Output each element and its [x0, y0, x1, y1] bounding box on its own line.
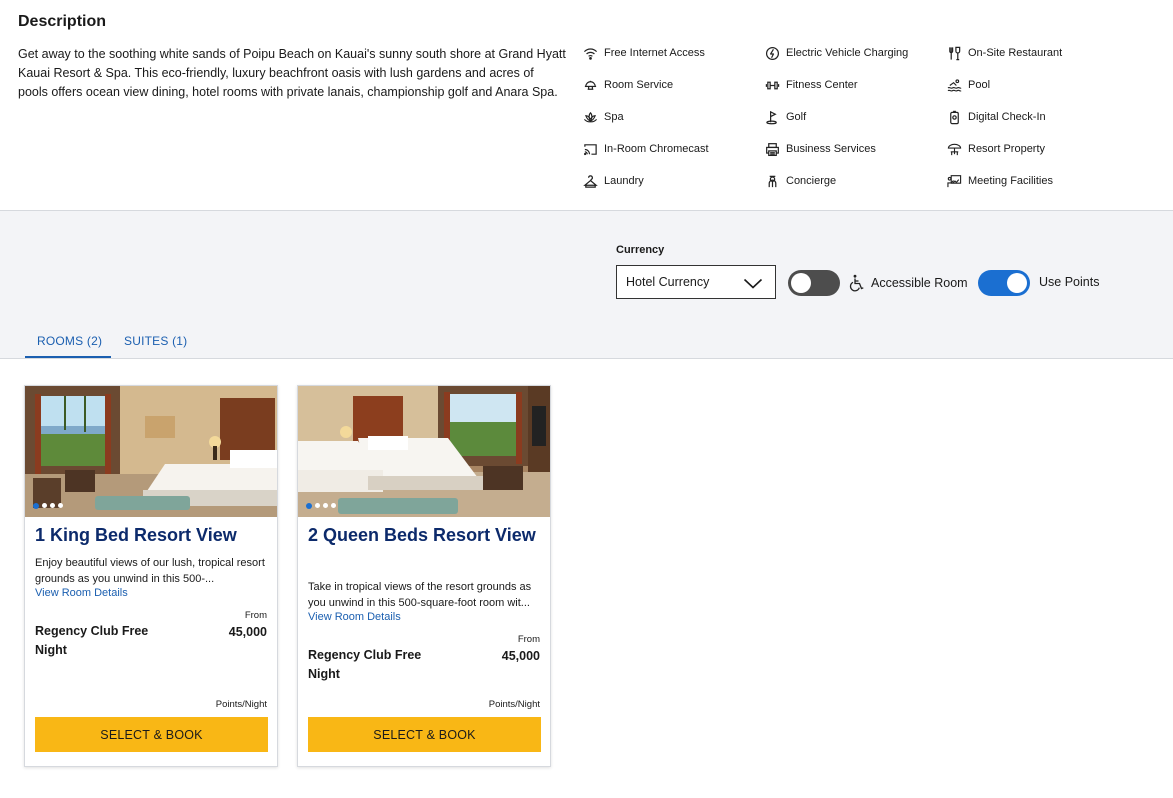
currency-dropdown[interactable]: Hotel Currency: [616, 265, 776, 299]
carousel-dots[interactable]: [306, 502, 336, 509]
rate-name: Regency Club Free Night: [308, 648, 422, 681]
amenity-label: On-Site Restaurant: [968, 47, 1063, 59]
view-room-details-link[interactable]: View Room Details: [35, 587, 128, 599]
amenity-spa: Spa: [582, 108, 624, 126]
accessible-room-label-group: Accessible Room: [849, 274, 968, 292]
room-filters: Currency Hotel Currency Accessible Room …: [0, 211, 1173, 359]
select-and-book-button[interactable]: SELECT & BOOK: [35, 717, 268, 752]
amenity-label: Fitness Center: [786, 79, 858, 91]
amenity-meeting: Meeting Facilities: [946, 172, 1053, 190]
amenity-free-internet: Free Internet Access: [582, 44, 705, 62]
amenity-label: Resort Property: [968, 143, 1046, 155]
room-service-icon: [582, 77, 598, 93]
use-points-toggle[interactable]: [978, 270, 1030, 296]
currency-label: Currency: [616, 244, 665, 256]
room-blurb: Take in tropical views of the resort gro…: [308, 581, 532, 609]
amenity-restaurant: On-Site Restaurant: [946, 44, 1062, 62]
amenity-fitness: Fitness Center: [764, 76, 858, 94]
dumbbell-icon: [764, 77, 780, 93]
beach-umbrella-icon: [946, 141, 962, 157]
printer-icon: [764, 141, 780, 157]
amenity-label: In-Room Chromecast: [604, 143, 709, 155]
use-points-label: Use Points: [1039, 275, 1100, 289]
amenity-pool: Pool: [946, 76, 990, 94]
presentation-icon: [946, 173, 962, 189]
points-value: 45,000: [228, 625, 267, 639]
concierge-icon: [764, 173, 780, 189]
amenity-digital-checkin: Digital Check-In: [946, 108, 1046, 126]
room-photo-carousel[interactable]: [25, 386, 277, 517]
description-text: Get away to the soothing white sands of …: [18, 47, 566, 99]
from-label: From: [244, 610, 267, 621]
amenity-label: Golf: [786, 111, 807, 123]
amenity-label: Business Services: [786, 143, 876, 155]
room-name: 1 King Bed Resort View: [35, 525, 237, 545]
amenity-laundry: Laundry: [582, 172, 644, 190]
select-and-book-button[interactable]: SELECT & BOOK: [308, 717, 541, 752]
points-per-night-label: Points/Night: [488, 699, 540, 710]
view-room-details-link[interactable]: View Room Details: [308, 611, 401, 623]
amenity-label: Pool: [968, 79, 991, 91]
room-blurb: Enjoy beautiful views of our lush, tropi…: [35, 557, 265, 585]
amenity-label: Digital Check-In: [968, 111, 1046, 123]
toggle-knob: [1007, 273, 1027, 293]
active-tab-indicator: [25, 356, 111, 358]
amenity-label: Free Internet Access: [604, 47, 705, 59]
ev-charging-icon: [764, 45, 780, 61]
amenity-label: Electric Vehicle Charging: [786, 47, 909, 59]
description-title: Description: [18, 13, 107, 30]
amenity-label: Spa: [604, 111, 624, 123]
restaurant-icon: [946, 45, 962, 61]
chevron-down-icon: [743, 278, 763, 289]
amenity-golf: Golf: [764, 108, 806, 126]
amenities-list: Free Internet Access Room Service Spa In…: [582, 44, 1142, 204]
room-photo: [25, 386, 277, 517]
rate-name: Regency Club Free Night: [35, 624, 149, 657]
amenity-business: Business Services: [764, 140, 876, 158]
amenity-label: Room Service: [604, 79, 674, 91]
amenity-label: Laundry: [604, 175, 644, 187]
accessible-room-toggle[interactable]: [788, 270, 840, 296]
cast-icon: [582, 141, 598, 157]
phone-icon: [946, 109, 962, 125]
currency-selected-value: Hotel Currency: [626, 275, 710, 289]
golf-icon: [764, 109, 780, 125]
amenity-chromecast: In-Room Chromecast: [582, 140, 709, 158]
room-card: 2 Queen Beds Resort View Take in tropica…: [297, 385, 551, 767]
amenity-label: Concierge: [786, 175, 837, 187]
pool-icon: [946, 77, 962, 93]
lotus-icon: [582, 109, 598, 125]
amenity-ev-charging: Electric Vehicle Charging: [764, 44, 908, 62]
carousel-dots[interactable]: [33, 502, 63, 509]
amenity-concierge: Concierge: [764, 172, 836, 190]
description-section: Description Get away to the soothing whi…: [0, 0, 1173, 211]
tab-suites[interactable]: SUITES (1): [124, 334, 187, 348]
laundry-icon: [582, 173, 598, 189]
amenity-label: Meeting Facilities: [968, 175, 1053, 187]
wifi-icon: [582, 45, 598, 61]
room-photo-carousel[interactable]: [298, 386, 550, 517]
amenity-room-service: Room Service: [582, 76, 673, 94]
wheelchair-icon: [849, 274, 865, 292]
points-per-night-label: Points/Night: [215, 699, 267, 710]
tab-rooms[interactable]: ROOMS (2): [37, 334, 102, 348]
room-photo: [298, 386, 550, 517]
amenity-resort: Resort Property: [946, 140, 1045, 158]
room-name: 2 Queen Beds Resort View: [308, 525, 536, 545]
from-label: From: [517, 634, 540, 645]
toggle-knob: [791, 273, 811, 293]
room-card: 1 King Bed Resort View Enjoy beautiful v…: [24, 385, 278, 767]
points-value: 45,000: [501, 649, 540, 663]
accessible-room-label: Accessible Room: [871, 276, 968, 290]
